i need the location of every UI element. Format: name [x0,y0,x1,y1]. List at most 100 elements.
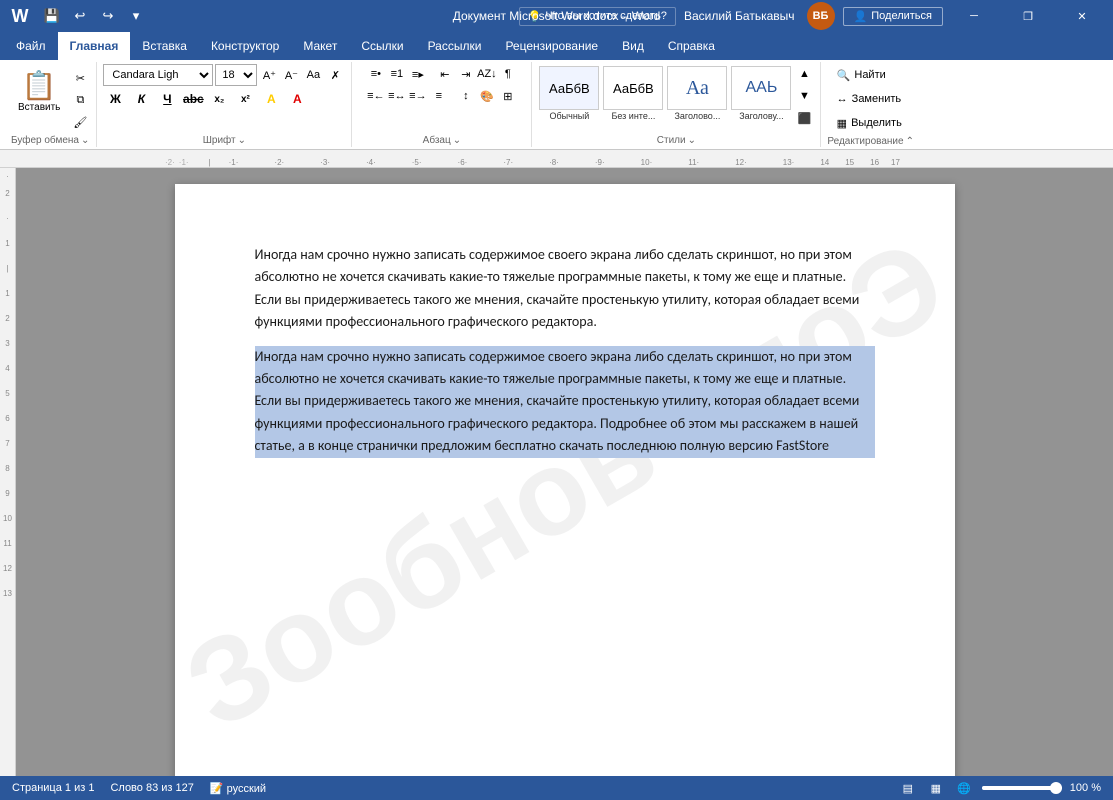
multilevel-button[interactable]: ≡▸ [408,64,428,84]
tab-layout[interactable]: Макет [291,32,349,60]
align-center-button[interactable]: ≡↔ [387,86,407,106]
font-controls: Candara Ligh 18 A⁺ A⁻ Аа ✗ Ж К Ч abc x₂ [103,64,345,110]
vertical-ruler: · 2 · 1 | 1 2 3 4 5 6 7 8 9 10 11 12 13 [0,168,16,776]
align-right-button[interactable]: ≡→ [408,86,428,106]
print-layout-button[interactable]: ▦ [926,778,946,798]
subscript-button[interactable]: x₂ [207,88,231,110]
language-indicator[interactable]: 📝 русский [210,782,266,795]
clipboard-expand-icon[interactable]: ⌄ [81,135,89,146]
strikethrough-button[interactable]: abc [181,88,205,110]
sort-button[interactable]: AZ↓ [477,64,497,84]
copy-button[interactable]: ⧉ [70,90,90,110]
clear-format-button[interactable]: ✗ [325,65,345,85]
find-button[interactable]: 🔍 Найти [831,64,911,86]
style-normal[interactable]: АаБбВ Обычный [538,64,600,123]
line-spacing-button[interactable]: ↕ [456,86,476,106]
qat-dropdown-button[interactable]: ▾ [124,4,148,28]
format-painter-button[interactable]: 🖌 [70,112,90,132]
document-area[interactable]: Зообнов чпоЭ Иногда нам срочно нужно зап… [16,168,1113,776]
font-group: Candara Ligh 18 A⁺ A⁻ Аа ✗ Ж К Ч abc x₂ [97,62,352,147]
style-no-spacing[interactable]: АаБбВ Без инте... [602,64,664,123]
word-count: Слово 83 из 127 [110,782,193,794]
share-icon: 👤 [854,10,868,23]
content-area: · 2 · 1 | 1 2 3 4 5 6 7 8 9 10 11 12 13 … [0,168,1113,776]
paragraph-expand-icon[interactable]: ⌄ [453,135,461,146]
minimize-button[interactable]: ─ [951,0,997,32]
change-case-button[interactable]: Аа [303,65,323,85]
font-format-row: Ж К Ч abc x₂ x² A A [103,88,345,110]
styles-list: АаБбВ Обычный АаБбВ Без инте... Аа Загол… [538,64,792,123]
web-layout-button[interactable]: 🌐 [954,778,974,798]
styles-expand-icon[interactable]: ⌄ [688,135,696,146]
title-bar-left: W 💾 ↩ ↪ ▾ [8,4,148,28]
justify-button[interactable]: ≡ [429,86,449,106]
read-mode-button[interactable]: ▤ [898,778,918,798]
paste-label: Вставить [18,102,60,113]
style-normal-label: Обычный [550,111,590,121]
style-heading2[interactable]: ААЬ Заголову... [730,64,792,123]
share-button[interactable]: 👤 Поделиться [843,7,943,26]
increase-indent-button[interactable]: ⇥ [456,64,476,84]
shading-button[interactable]: 🎨 [477,86,497,106]
font-expand-icon[interactable]: ⌄ [238,135,246,146]
tab-references[interactable]: Ссылки [349,32,415,60]
bullets-button[interactable]: ≡• [366,64,386,84]
font-name-select[interactable]: Candara Ligh [103,64,213,86]
borders-button[interactable]: ⊞ [498,86,518,106]
underline-button[interactable]: Ч [155,88,179,110]
decrease-font-button[interactable]: A⁻ [281,65,301,85]
text-highlight-button[interactable]: A [259,88,283,110]
editing-buttons: 🔍 Найти ↔ Заменить ▦ Выделить [831,64,911,134]
superscript-button[interactable]: x² [233,88,257,110]
styles-group: АаБбВ Обычный АаБбВ Без инте... Аа Загол… [532,62,821,147]
status-bar: Страница 1 из 1 Слово 83 из 127 📝 русски… [0,776,1113,800]
redo-qat-button[interactable]: ↪ [96,4,120,28]
undo-qat-button[interactable]: ↩ [68,4,92,28]
paste-button[interactable]: 📋 Вставить [10,64,68,118]
ribbon-tabs: Файл Главная Вставка Конструктор Макет С… [0,32,1113,60]
increase-font-button[interactable]: A⁺ [259,65,279,85]
page-info: Страница 1 из 1 [12,782,94,794]
italic-button[interactable]: К [129,88,153,110]
tab-help[interactable]: Справка [656,32,727,60]
paragraph-1[interactable]: Иногда нам срочно нужно записать содержи… [255,244,875,334]
styles-scroll-up[interactable]: ▲ [794,64,814,84]
numbering-button[interactable]: ≡1 [387,64,407,84]
editing-collapse-icon[interactable]: ⌃ [906,136,914,147]
styles-scroll-down[interactable]: ▼ [794,86,814,106]
save-qat-button[interactable]: 💾 [40,4,64,28]
align-row: ≡← ≡↔ ≡→ ≡ ↕ 🎨 ⊞ [366,86,518,106]
status-right: ▤ ▦ 🌐 100 % [898,778,1101,798]
tab-file[interactable]: Файл [4,32,58,60]
style-no-spacing-label: Без инте... [611,111,655,121]
zoom-slider[interactable] [982,786,1062,790]
tab-review[interactable]: Рецензирование [493,32,610,60]
style-heading1[interactable]: Аа Заголово... [666,64,728,123]
tab-design[interactable]: Конструктор [199,32,291,60]
font-size-select[interactable]: 18 [215,64,257,86]
pilcrow-button[interactable]: ¶ [498,64,518,84]
user-avatar[interactable]: ВБ [807,2,835,30]
align-left-button[interactable]: ≡← [366,86,386,106]
font-color-button[interactable]: A [285,88,309,110]
font-label: Шрифт ⌄ [103,133,345,147]
close-button[interactable]: ✕ [1059,0,1105,32]
tab-view[interactable]: Вид [610,32,656,60]
user-name: Василий Батькавыч [684,9,795,23]
tab-mailings[interactable]: Рассылки [416,32,494,60]
replace-button[interactable]: ↔ Заменить [831,88,911,110]
status-left: Страница 1 из 1 Слово 83 из 127 📝 русски… [12,782,266,795]
decrease-indent-button[interactable]: ⇤ [435,64,455,84]
restore-button[interactable]: ❐ [1005,0,1051,32]
horizontal-ruler: ·2· ·1· | ·1· ·2· ·3· ·4· ·5· ·6· ·7· ·8… [0,150,1113,168]
ribbon-toolbar: 📋 Вставить ✂ ⧉ 🖌 Буфер обмена ⌄ Candara … [0,60,1113,150]
style-no-spacing-preview: АаБбВ [603,66,663,110]
styles-expand-button[interactable]: ⬛ [794,108,814,128]
font-name-row: Candara Ligh 18 A⁺ A⁻ Аа ✗ [103,64,345,86]
select-button[interactable]: ▦ Выделить [831,112,911,134]
paragraph-2[interactable]: Иногда нам срочно нужно записать содержи… [255,346,875,458]
cut-button[interactable]: ✂ [70,68,90,88]
bold-button[interactable]: Ж [103,88,127,110]
tab-home[interactable]: Главная [58,32,131,60]
tab-insert[interactable]: Вставка [130,32,199,60]
